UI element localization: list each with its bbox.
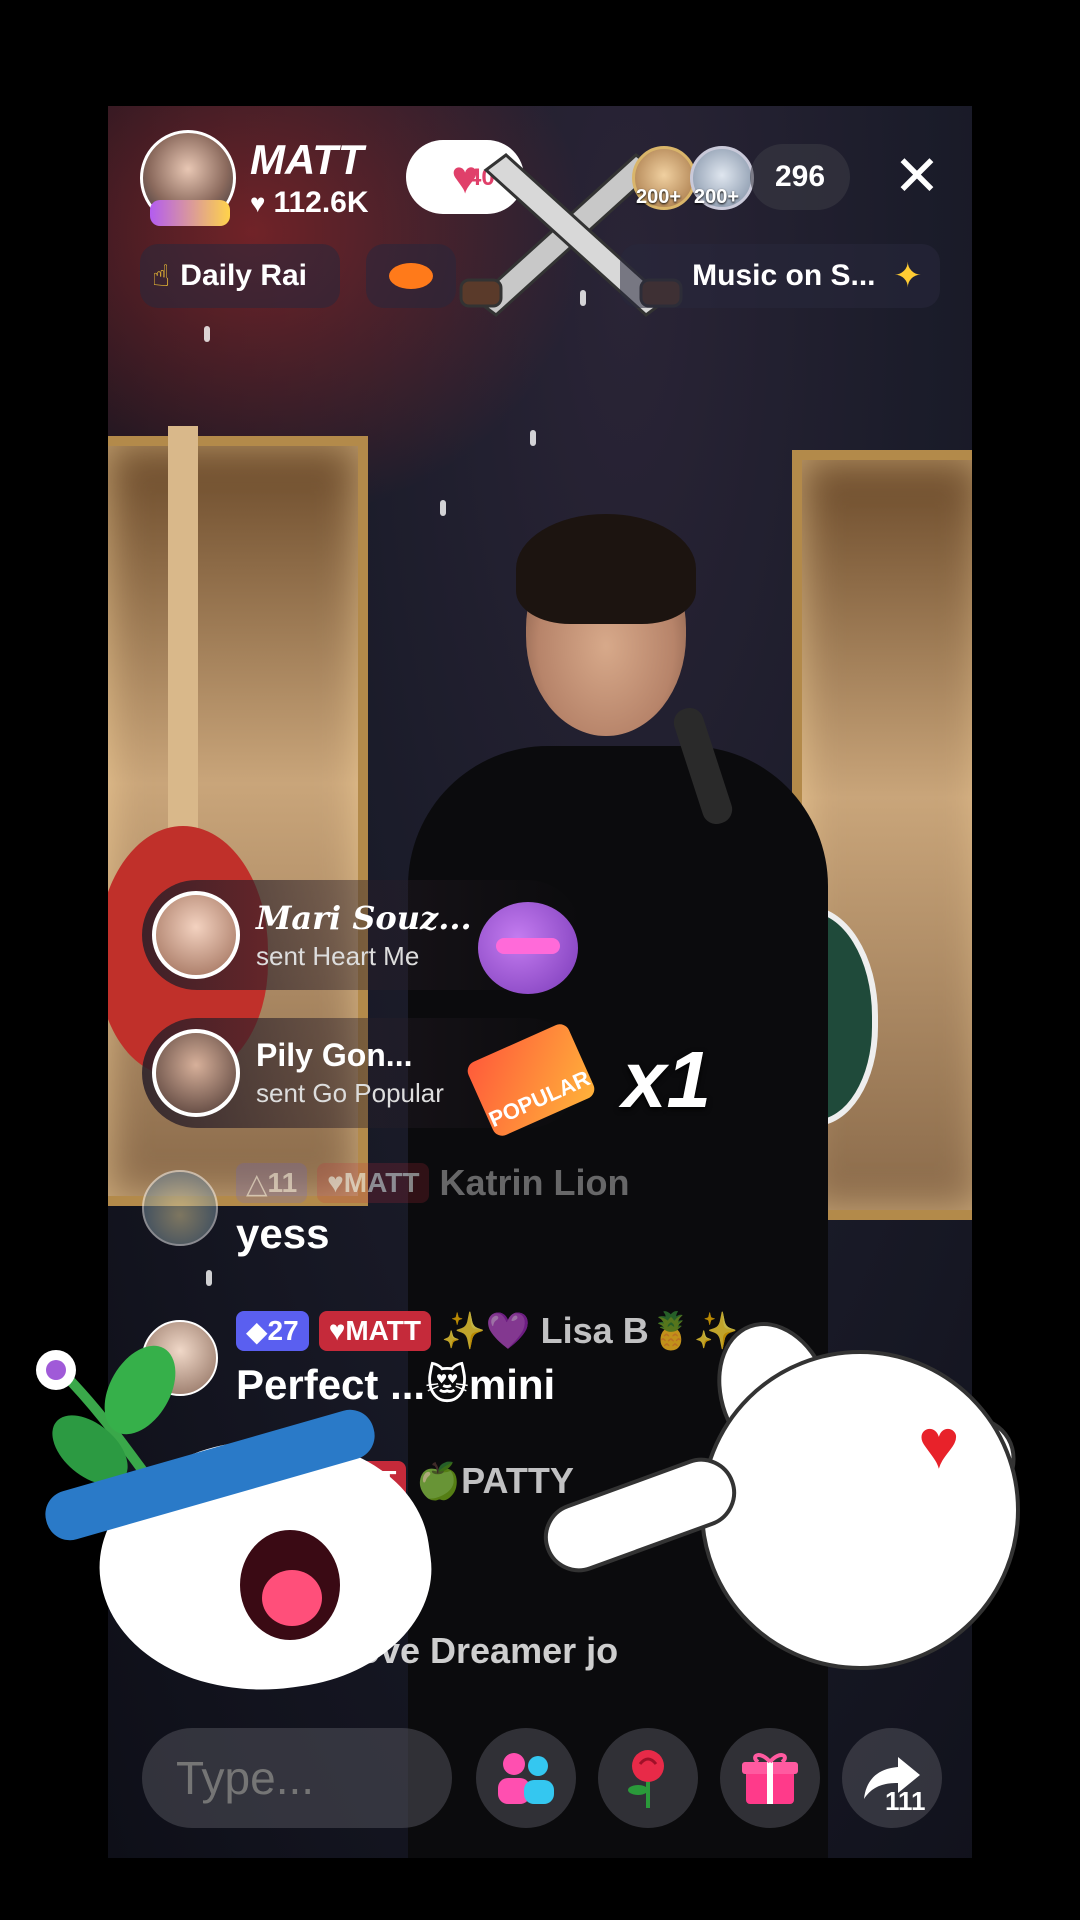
snow-particle xyxy=(530,430,536,446)
share-count: 111 xyxy=(885,1786,926,1816)
heart-icon: ♥ xyxy=(250,187,266,218)
top-viewer-badge: 200+ xyxy=(694,186,740,208)
level-badge: △ 11 xyxy=(236,1163,308,1203)
chat-avatar[interactable] xyxy=(142,1170,218,1246)
guest-button[interactable] xyxy=(476,1728,576,1828)
chat-username[interactable]: ✨💜 Lisa B🍍✨ xyxy=(441,1310,738,1352)
chat-message: Perfect ...😻mini xyxy=(236,1361,556,1408)
viewer-count[interactable]: 296 xyxy=(750,144,850,210)
guitar-neck xyxy=(168,426,198,846)
snow-particle xyxy=(440,500,446,516)
gift-sender-avatar[interactable] xyxy=(152,891,240,979)
performer-hair xyxy=(516,514,696,624)
fan-badge: ♥ MATT xyxy=(318,1311,432,1351)
heart-me-gift-icon xyxy=(478,902,578,994)
gift-combo-count: x1 xyxy=(622,1035,711,1124)
gift-sender-name: Pily Gon... xyxy=(256,1037,413,1073)
multi-guest-icon xyxy=(498,1753,554,1804)
gift-button[interactable] xyxy=(720,1728,820,1828)
planet-icon xyxy=(389,263,433,289)
chat-message: yess xyxy=(236,1210,330,1257)
heart-icon: ♥ xyxy=(918,1405,960,1483)
host-name[interactable]: MATT xyxy=(250,136,364,184)
host-level-badge xyxy=(150,200,230,226)
close-icon[interactable]: ✕ xyxy=(890,148,944,208)
chat-header: △ 11 ♥ MATT Katrin Lion xyxy=(236,1162,629,1204)
chat-username[interactable]: Katrin Lion xyxy=(439,1162,629,1204)
snow-particle xyxy=(206,1270,212,1286)
gift-sender-avatar[interactable] xyxy=(152,1029,240,1117)
gift-box-icon xyxy=(742,1753,798,1804)
chat-header: ◆ 27 ♥ MATT ✨💜 Lisa B🍍✨ xyxy=(236,1310,738,1352)
level-badge: ◆ 27 xyxy=(236,1311,309,1351)
daily-ranking-pill[interactable]: ☝ Daily Rai xyxy=(140,244,340,308)
gift-action: sent Go Popular xyxy=(256,1078,444,1108)
top-viewer-badge: 200+ xyxy=(636,186,682,208)
snow-particle xyxy=(204,326,210,342)
chat-username[interactable]: 🍏PATTY xyxy=(416,1460,573,1502)
fan-badge: ♥ MATT xyxy=(317,1163,430,1203)
gift-action: sent Heart Me xyxy=(256,940,420,971)
host-likes-count: 112.6K xyxy=(273,186,369,219)
daily-ranking-label: Daily Rai xyxy=(180,259,308,292)
sparkle-icon: ✦ xyxy=(893,257,923,295)
music-pill[interactable]: Music on S... ✦ xyxy=(620,244,940,308)
hand-icon: ☝ xyxy=(152,259,171,293)
host-likes: ♥ 112.6K xyxy=(250,186,369,220)
kicking-bunny-sticker xyxy=(700,1350,1020,1670)
chat-input[interactable] xyxy=(142,1728,452,1828)
mascot-tongue xyxy=(262,1570,322,1626)
rose-icon xyxy=(628,1750,664,1808)
music-label: Music on S... xyxy=(692,259,876,292)
gift-sender-name: Mari Souz... xyxy=(256,898,472,937)
planet-pill[interactable] xyxy=(366,244,456,308)
rose-gift-button[interactable] xyxy=(598,1728,698,1828)
